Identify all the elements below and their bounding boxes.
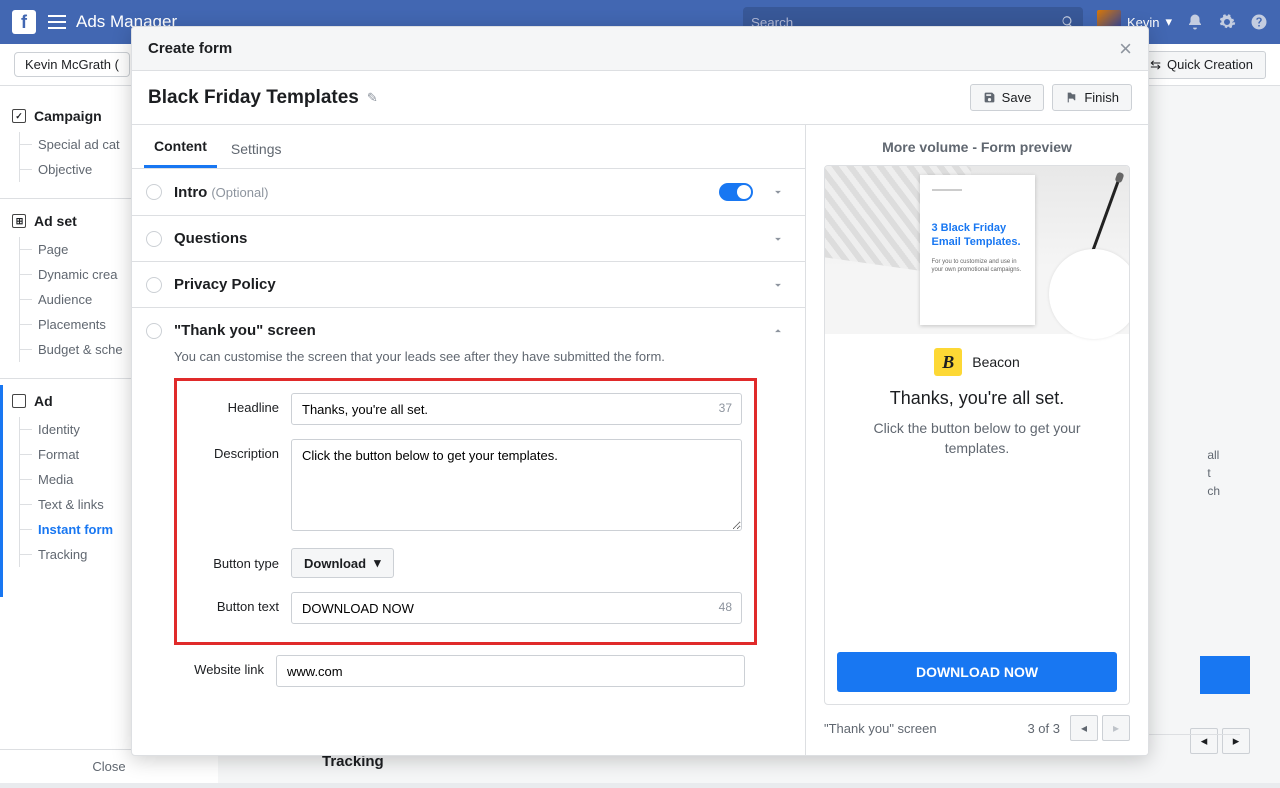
form-tabs: Content Settings [132,125,805,169]
form-name: Black Friday Templates [148,87,359,109]
save-icon [983,91,996,104]
chevron-up-icon[interactable] [771,324,785,338]
preview-pager-label: 3 of 3 [1027,721,1060,736]
flag-icon [1065,91,1078,104]
thankyou-desc: You can customise the screen that your l… [174,349,785,364]
headline-input[interactable] [291,393,742,425]
edit-icon[interactable]: ✎ [367,90,378,106]
modal-header: Create form × [132,27,1148,71]
radio-icon [146,184,162,200]
preview-screen-label: "Thank you" screen [824,721,937,736]
section-privacy[interactable]: Privacy Policy [132,262,805,308]
chevron-down-icon[interactable] [771,232,785,246]
preview-headline: Thanks, you're all set. [825,384,1129,419]
editor-panel: Content Settings Intro (Optional) [132,125,806,755]
preview-card: 3 Black Friday Email Templates. For you … [824,165,1130,705]
headline-count: 37 [719,401,732,415]
radio-icon [146,323,162,339]
preview-doc-sub: For you to customize and use in your own… [932,258,1023,275]
save-button[interactable]: Save [970,84,1045,111]
close-icon[interactable]: × [1119,36,1132,62]
button-text-count: 48 [719,600,732,614]
description-input[interactable]: Click the button below to get your templ… [291,439,742,531]
website-label: Website link [174,655,264,677]
preview-next: ▸ [1102,715,1130,741]
section-questions[interactable]: Questions [132,216,805,262]
preview-image: 3 Black Friday Email Templates. For you … [825,166,1129,334]
section-intro[interactable]: Intro (Optional) [132,169,805,216]
radio-icon [146,277,162,293]
chevron-down-icon[interactable] [771,278,785,292]
intro-toggle[interactable] [719,183,753,201]
brand-name: Beacon [972,354,1019,370]
preview-desc: Click the button below to get your templ… [825,419,1129,458]
preview-prev[interactable]: ◂ [1070,715,1098,741]
website-input[interactable] [276,655,745,687]
create-form-modal: Create form × Black Friday Templates ✎ S… [131,26,1149,756]
modal-backdrop: Create form × Black Friday Templates ✎ S… [0,0,1280,783]
button-text-input[interactable] [291,592,742,624]
headline-label: Headline [189,393,279,415]
section-thankyou: "Thank you" screen You can customise the… [132,308,805,705]
button-type-label: Button type [189,556,279,571]
form-title-row: Black Friday Templates ✎ Save Finish [132,71,1148,125]
highlighted-fields: Headline 37 Description Click the button… [174,378,757,645]
button-text-label: Button text [189,592,279,614]
radio-icon [146,231,162,247]
chevron-down-icon[interactable] [771,185,785,199]
preview-doc-title: 3 Black Friday Email Templates. [932,221,1023,250]
description-label: Description [189,439,279,461]
button-type-select[interactable]: Download ▾ [291,548,394,578]
preview-title: More volume - Form preview [806,125,1148,165]
preview-download-button[interactable]: DOWNLOAD NOW [837,652,1117,692]
tab-settings[interactable]: Settings [221,131,292,168]
brand-logo: B [934,348,962,376]
caret-down-icon: ▾ [374,555,381,571]
modal-title: Create form [148,40,232,57]
finish-button[interactable]: Finish [1052,84,1132,111]
preview-panel: More volume - Form preview 3 Black Frida… [806,125,1148,755]
tab-content[interactable]: Content [144,128,217,168]
